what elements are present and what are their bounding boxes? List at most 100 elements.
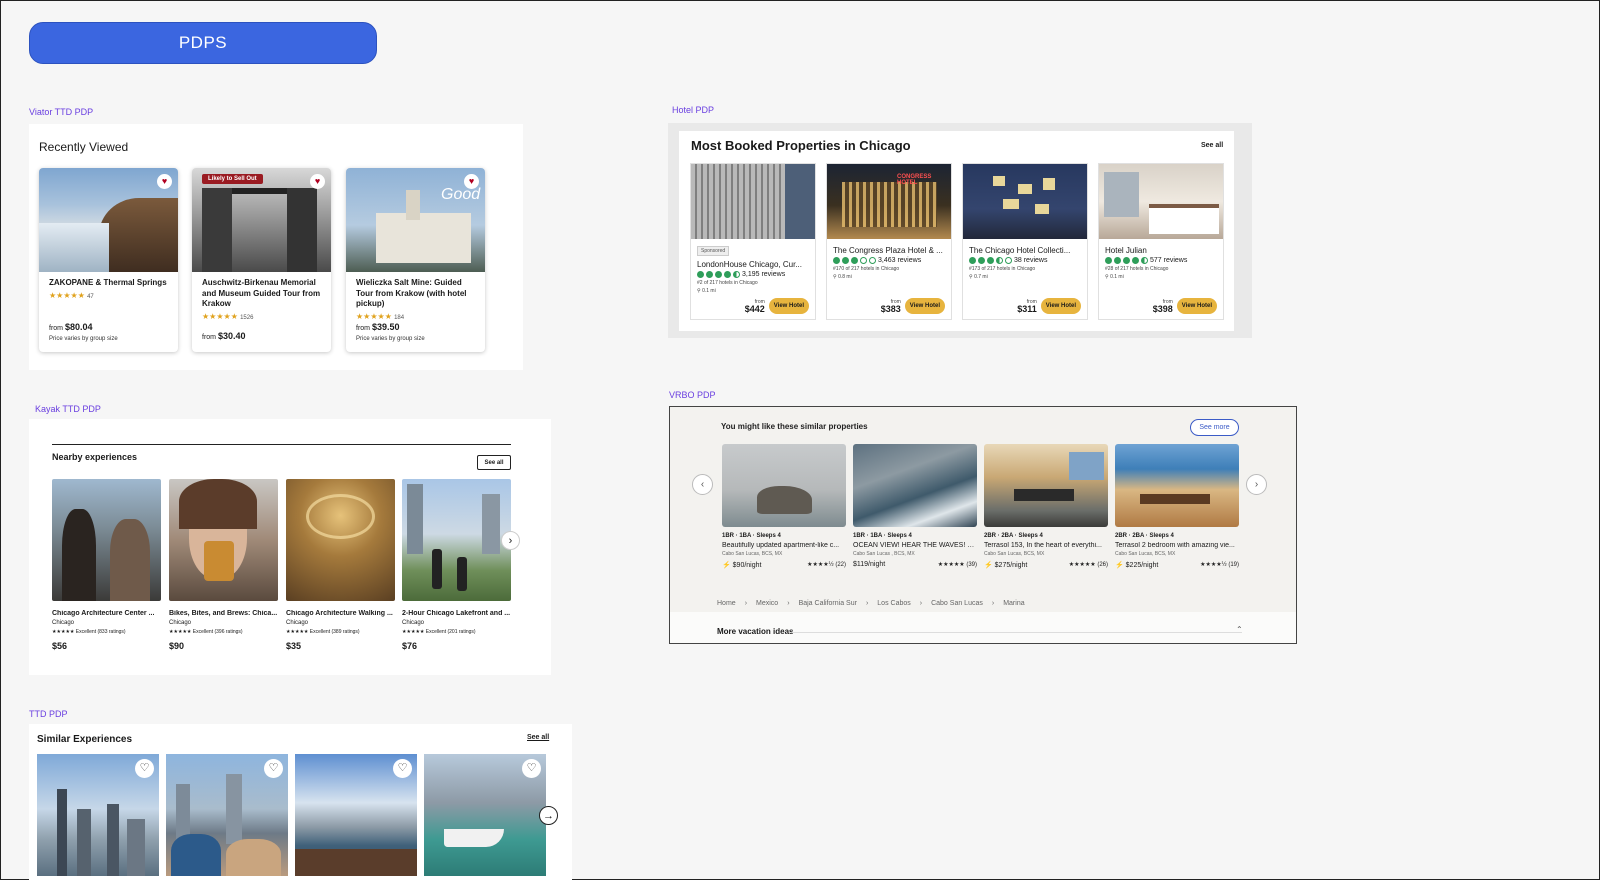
breadcrumb-link[interactable]: Marina (1003, 600, 1024, 607)
view-hotel-button[interactable]: View Hotel (904, 298, 945, 314)
viator-heading: Recently Viewed (39, 140, 129, 154)
vrbo-see-more-button[interactable]: See more (1190, 419, 1239, 436)
page-title-pill[interactable]: PDPS (29, 22, 377, 64)
viator-card-image: ♥ (39, 168, 178, 272)
kayak-card[interactable]: Chicago Architecture Walking ... Chicago… (286, 479, 395, 651)
kayak-card-price: $56 (52, 641, 68, 651)
chevron-right-icon[interactable]: › (501, 531, 520, 550)
vrbo-card[interactable]: 2BR · 2BA · Sleeps 4 Terrasol 153, In th… (984, 444, 1108, 569)
ttd-card[interactable]: ♡ (424, 754, 546, 876)
hotel-rating: 3,463 reviews (827, 255, 951, 264)
vrbo-card-description: Beautifully updated apartment-like c... (722, 542, 840, 549)
heart-icon[interactable]: ♡ (522, 759, 541, 778)
heart-icon[interactable]: ♡ (264, 759, 283, 778)
hotel-card[interactable]: The Chicago Hotel Collecti... 38 reviews… (962, 163, 1088, 320)
kayak-card-title: Bikes, Bites, and Brews: Chica... (169, 610, 278, 617)
viator-card-image: Likely to Sell Out ♥ (192, 168, 331, 272)
hotel-distance: ⚲ 0.1 mi (1105, 274, 1124, 280)
ttd-see-all-link[interactable]: See all (527, 734, 549, 741)
breadcrumb-link[interactable]: Mexico (756, 600, 778, 607)
kayak-card[interactable]: Chicago Architecture Center ... Chicago … (52, 479, 161, 651)
hotel-card[interactable]: Sponsored LondonHouse Chicago, Cur... 3,… (690, 163, 816, 320)
view-hotel-button[interactable]: View Hotel (768, 298, 809, 314)
vrbo-card-description: OCEAN VIEW! HEAR THE WAVES! St... (853, 542, 977, 549)
vrbo-card-beds: 2BR · 2BA · Sleeps 4 (984, 533, 1043, 539)
vrbo-card[interactable]: 2BR · 2BA · Sleeps 4 Terrasol 2 bedroom … (1115, 444, 1239, 569)
heart-icon[interactable]: ♡ (393, 759, 412, 778)
kayak-card-city: Chicago (169, 620, 192, 626)
kayak-card-rating: ★★★★★ Excellent (389 ratings) (286, 629, 360, 635)
vrbo-card-location: Cabo San Lucas, BCS, MX (1115, 551, 1176, 557)
hotel-see-all-link[interactable]: See all (1201, 142, 1223, 149)
chevron-up-icon[interactable]: ⌃ (1236, 625, 1243, 634)
vrbo-heading: You might like these similar properties (721, 422, 868, 431)
ttd-card[interactable]: ♡ (37, 754, 159, 876)
viator-card[interactable]: Good ♥ Wieliczka Salt Mine: Guided Tour … (346, 168, 485, 352)
more-vacation-ideas[interactable]: More vacation ideas (717, 627, 793, 636)
kayak-divider (52, 444, 511, 445)
ttd-card[interactable]: ♡ (166, 754, 288, 876)
kayak-card-image (402, 479, 511, 601)
vrbo-card-description: Terrasol 2 bedroom with amazing vie... (1115, 542, 1235, 549)
hotel-card-image (963, 164, 1087, 239)
arrow-right-icon[interactable]: → (539, 806, 558, 825)
heart-icon[interactable]: ♥ (310, 174, 325, 189)
kayak-card-rating: ★★★★★ Excellent (833 ratings) (52, 629, 126, 635)
kayak-card-price: $76 (402, 641, 418, 651)
kayak-card-city: Chicago (286, 620, 309, 626)
hotel-rating: 577 reviews (1099, 255, 1223, 264)
breadcrumb-link[interactable]: Home (717, 600, 736, 607)
vrbo-card[interactable]: 1BR · 1BA · Sleeps 4 Beautifully updated… (722, 444, 846, 569)
vrbo-section-label: VRBO PDP (669, 390, 716, 400)
breadcrumb-link[interactable]: Cabo San Lucas (931, 600, 983, 607)
ttd-section-label: TTD PDP (29, 709, 68, 719)
viator-card[interactable]: Likely to Sell Out ♥ Auschwitz-Birkenau … (192, 168, 331, 352)
vrbo-card-rating: ★★★★½ (19) (1200, 562, 1239, 568)
chevron-right-icon[interactable]: › (1246, 474, 1267, 495)
rating-stars: ★★★★★ 1526 (202, 311, 254, 321)
heart-icon[interactable]: ♡ (135, 759, 154, 778)
vrbo-card-image (984, 444, 1108, 527)
vrbo-card-location: Cabo San Lucas , BCS, MX (853, 551, 915, 557)
vrbo-card-beds: 2BR · 2BA · Sleeps 4 (1115, 533, 1174, 539)
hotel-card[interactable]: Hotel Julian 577 reviews #28 of 217 hote… (1098, 163, 1224, 320)
vrbo-card[interactable]: 1BR · 1BA · Sleeps 4 OCEAN VIEW! HEAR TH… (853, 444, 977, 568)
kayak-card[interactable]: Bikes, Bites, and Brews: Chica... Chicag… (169, 479, 278, 651)
vrbo-card-price: ⚡ $225/night (1115, 562, 1159, 569)
hotel-price: from $442 (744, 299, 765, 314)
hotel-price: from $383 (880, 299, 901, 314)
hotel-heading: Most Booked Properties in Chicago (691, 138, 911, 153)
chevron-left-icon[interactable]: ‹ (692, 474, 713, 495)
hotel-card[interactable]: CONGRESS HOTEL The Congress Plaza Hotel … (826, 163, 952, 320)
breadcrumb-link[interactable]: Los Cabos (877, 600, 910, 607)
hotel-distance: ⚲ 0.7 mi (969, 274, 988, 280)
kayak-card-rating: ★★★★★ Excellent (201 ratings) (402, 629, 476, 635)
hotel-distance: ⚲ 0.1 mi (697, 288, 716, 294)
heart-icon[interactable]: ♥ (464, 174, 479, 189)
viator-card-title: ZAKOPANE & Thermal Springs (49, 278, 167, 287)
kayak-see-all-button[interactable]: See all (477, 455, 511, 470)
kayak-card-title: 2-Hour Chicago Lakefront and ... (402, 610, 511, 617)
viator-card-title: Auschwitz-Birkenau Memorial and Museum G… (202, 278, 321, 309)
viator-card[interactable]: ♥ ZAKOPANE & Thermal Springs ★★★★★ 47 fr… (39, 168, 178, 352)
hotel-price: from $311 (1017, 299, 1037, 314)
kayak-card-title: Chicago Architecture Center ... (52, 610, 155, 617)
ttd-card[interactable]: ♡ (295, 754, 417, 876)
viator-card-image: Good ♥ (346, 168, 485, 272)
vrbo-card-location: Cabo San Lucas, BCS, MX (722, 551, 783, 557)
hotel-rank: #173 of 217 hotels in Chicago (969, 266, 1036, 272)
sponsored-badge: Sponsored (697, 246, 730, 256)
kayak-card-price: $90 (169, 641, 185, 651)
price-note: Price varies by group size (356, 336, 425, 342)
heart-icon[interactable]: ♥ (157, 174, 172, 189)
vrbo-card-rating: ★★★★★ (39) (937, 562, 977, 568)
hotel-section-label: Hotel PDP (672, 105, 715, 115)
view-hotel-button[interactable]: View Hotel (1176, 298, 1217, 314)
breadcrumb-link[interactable]: Baja California Sur (799, 600, 857, 607)
vrbo-card-image (722, 444, 846, 527)
kayak-card[interactable]: 2-Hour Chicago Lakefront and ... Chicago… (402, 479, 511, 651)
hotel-rank: #28 of 217 hotels in Chicago (1105, 266, 1169, 272)
vrbo-more-divider (792, 632, 1242, 633)
view-hotel-button[interactable]: View Hotel (1040, 298, 1081, 314)
viator-card-title: Wieliczka Salt Mine: Guided Tour from Kr… (356, 278, 467, 309)
